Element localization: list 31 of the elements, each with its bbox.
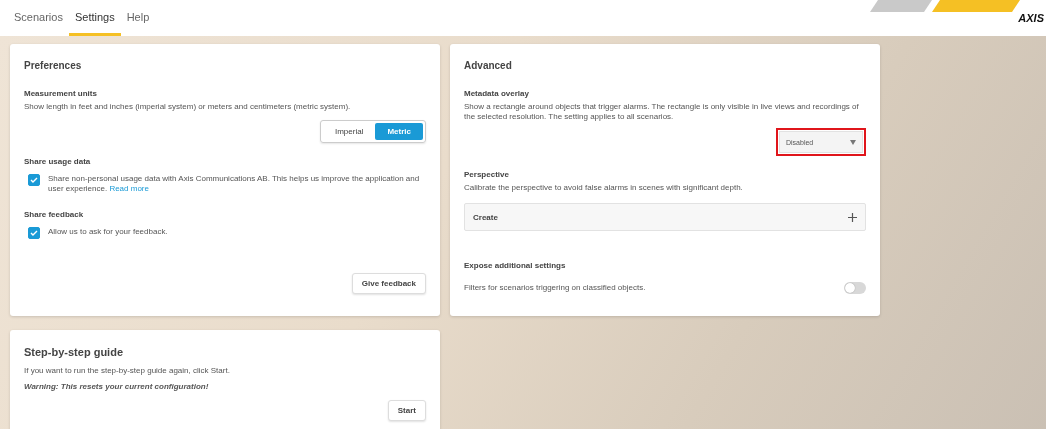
- checkbox-label: Allow us to ask for your feedback.: [48, 227, 168, 237]
- section-title: Metadata overlay: [464, 89, 530, 98]
- section-description: Filters for scenarios triggering on classified objects.: [464, 283, 646, 293]
- guide-text: If you want to run the step-by-step guide again, click Start.: [24, 366, 231, 376]
- card-title: Advanced: [464, 60, 513, 71]
- section-title: Share usage data: [24, 157, 92, 166]
- section-title: Expose additional settings: [464, 261, 567, 270]
- section-description: Show length in feet and inches (imperial system) or meters and centimeters (metric system).: [24, 102, 352, 112]
- section-description: Calibrate the perspective to avoid false alarms in scenes with significant depth.: [464, 183, 744, 193]
- unit-option[interactable]: Imperial: [323, 123, 376, 140]
- nav-tab[interactable]: Help: [120, 0, 156, 36]
- check-icon: [30, 229, 38, 237]
- logo: AXIS: [1018, 12, 1044, 24]
- nav-tab[interactable]: Scenarios: [8, 0, 69, 36]
- checkbox[interactable]: [28, 227, 40, 239]
- plus-icon: [848, 212, 857, 222]
- section-title: Share feedback: [24, 210, 85, 219]
- card-title: Step-by-step guide: [24, 346, 124, 358]
- section-title: Perspective: [464, 170, 510, 179]
- check-icon: [30, 176, 38, 184]
- warning-text: Warning: This resets your current configuration!: [24, 382, 210, 392]
- checkbox[interactable]: [28, 174, 40, 186]
- toggle-switch[interactable]: [844, 282, 866, 294]
- give-feedback-button[interactable]: Give feedback: [351, 273, 426, 294]
- caret-icon: [850, 139, 856, 145]
- section-description: Show a rectangle around objects that trigger alarms. The rectangle is only visible in live views and recordings of the selected resolution. The setting applies to all scenarios.: [464, 102, 860, 122]
- start-button[interactable]: Start: [387, 400, 426, 421]
- card-title: Preferences: [24, 60, 83, 71]
- create-button[interactable]: Create: [464, 203, 866, 231]
- checkbox-label: Share non-personal usage data with Axis Communications AB. This helps us improve the application and user experience. Read more: [48, 174, 421, 194]
- section-title: Measurement units: [24, 89, 98, 98]
